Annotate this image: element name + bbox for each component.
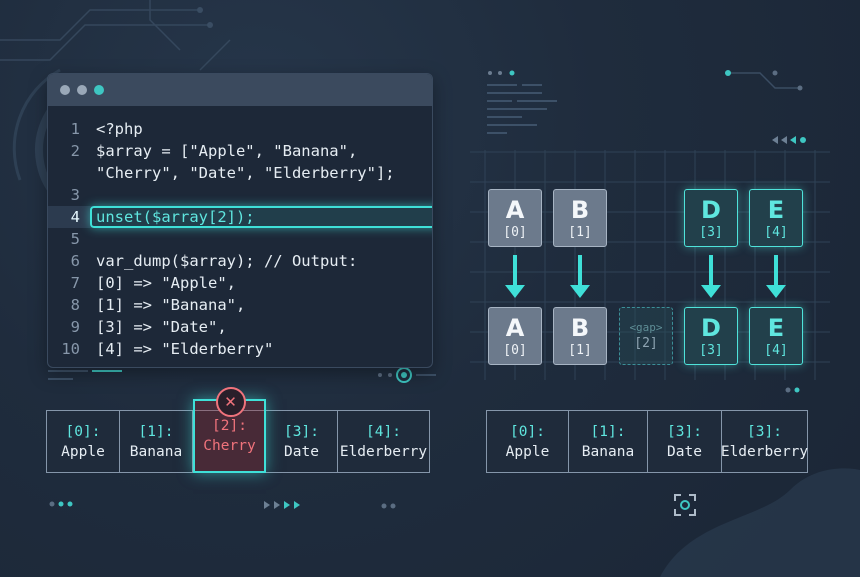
- array-index: [3]:: [284, 423, 319, 440]
- array-index: [4]:: [366, 423, 401, 440]
- code-text: <?php: [96, 120, 143, 138]
- array-cell: [1]: Banana: [120, 411, 193, 472]
- array-cell: [3]: Elderberry: [720, 411, 809, 472]
- array-cell-removed: ✕ [2]: Cherry: [193, 387, 266, 473]
- code-line-highlighted: 4 unset($array[2]);: [48, 206, 432, 228]
- code-line: 5: [48, 228, 432, 250]
- gap-slot: <gap> [2]: [619, 307, 673, 365]
- tile-index: [3]: [699, 342, 723, 358]
- array-after-unset: [0]: Apple [1]: Banana [3]: Date [3]: Elderberr…: [486, 410, 808, 473]
- close-icon: ✕: [215, 387, 246, 417]
- tile-letter: E: [767, 195, 785, 224]
- array-index: [3]:: [667, 423, 702, 440]
- code-line: 7 [0] => "Apple",: [48, 272, 432, 294]
- line-number: 5: [70, 230, 80, 248]
- tile-index: [0]: [503, 342, 527, 358]
- array-value: Apple: [505, 443, 550, 460]
- tile-index: [2]: [634, 336, 658, 351]
- element-tile: E [4]: [749, 307, 803, 365]
- array-index: [0]:: [510, 423, 545, 440]
- code-line: "Cherry", "Date", "Elderberry"];: [48, 162, 432, 184]
- tile-letter: B: [570, 313, 590, 342]
- focus-frame-icon: [674, 494, 696, 516]
- window-control-dot[interactable]: [77, 85, 87, 95]
- array-index: [1]:: [138, 423, 174, 440]
- tile-letter: D: [701, 313, 721, 342]
- code-body: 1 <?php 2 $array = ["Apple", "Banana", "Cher…: [48, 106, 432, 360]
- array-index: [2]:: [212, 418, 247, 434]
- element-tile: E [4]: [749, 189, 803, 247]
- array-cell: [0]: Apple: [47, 411, 120, 472]
- code-text: var_dump($array); // Output:: [96, 252, 358, 270]
- line-number: 9: [70, 318, 80, 336]
- array-value: Banana: [129, 443, 183, 460]
- tile-index: [3]: [699, 224, 723, 240]
- element-tile: A [0]: [488, 307, 542, 365]
- element-tile: B [1]: [553, 189, 607, 247]
- code-line: 2 $array = ["Apple", "Banana",: [48, 140, 432, 162]
- array-cell: [0]: Apple: [487, 411, 569, 472]
- window-control-dot[interactable]: [94, 85, 104, 95]
- code-text: [4] => "Elderberry": [96, 340, 274, 358]
- window-titlebar: [48, 74, 432, 106]
- code-text: "Cherry", "Date", "Elderberry"];: [96, 164, 395, 182]
- tile-index: [0]: [503, 224, 527, 240]
- array-cell: [4]: Elderberry: [338, 411, 429, 472]
- code-line: 8 [1] => "Banana",: [48, 294, 432, 316]
- array-value: Cherry: [203, 438, 256, 454]
- line-number: 6: [70, 252, 80, 270]
- array-cell: [1]: Banana: [569, 411, 648, 472]
- line-number: 4: [70, 208, 80, 226]
- tile-letter: B: [570, 195, 590, 224]
- code-line: 3: [48, 184, 432, 206]
- code-text: [1] => "Banana",: [96, 296, 246, 314]
- tile-index: [4]: [764, 342, 788, 358]
- code-text: [0] => "Apple",: [96, 274, 236, 292]
- code-text: [3] => "Date",: [96, 318, 227, 336]
- line-number: 7: [70, 274, 80, 292]
- array-cell: [3]: Date: [266, 411, 338, 472]
- array-value: Date: [667, 443, 702, 460]
- line-number: 3: [70, 186, 80, 204]
- tile-letter: E: [767, 313, 785, 342]
- array-index: [3]:: [747, 423, 782, 440]
- element-tile: D [3]: [684, 189, 738, 247]
- tile-letter: D: [701, 195, 721, 224]
- array-value: Banana: [581, 443, 635, 460]
- window-control-dot[interactable]: [60, 85, 70, 95]
- tile-index: [1]: [568, 224, 592, 240]
- line-number: 2: [70, 142, 80, 160]
- code-text: unset($array[2]);: [96, 208, 255, 226]
- code-text: $array = ["Apple", "Banana",: [96, 142, 358, 160]
- element-tile: A [0]: [488, 189, 542, 247]
- array-value: Date: [284, 443, 319, 460]
- code-line: 10 [4] => "Elderberry": [48, 338, 432, 360]
- line-number: 8: [70, 296, 80, 314]
- line-number: 10: [61, 340, 80, 358]
- code-line: 9 [3] => "Date",: [48, 316, 432, 338]
- code-line: 6 var_dump($array); // Output:: [48, 250, 432, 272]
- array-value: Apple: [61, 443, 105, 460]
- array-index: [0]:: [65, 423, 101, 440]
- array-value: Elderberry: [720, 443, 809, 460]
- tile-index: [4]: [764, 224, 788, 240]
- element-tile: B [1]: [553, 307, 607, 365]
- array-index: [1]:: [590, 423, 626, 440]
- tile-index: [1]: [568, 342, 592, 358]
- array-before-unset: [0]: Apple [1]: Banana ✕ [2]: Cherry [3]: Date [4…: [46, 387, 430, 473]
- gap-label: <gap>: [629, 321, 663, 334]
- array-value: Elderberry: [339, 443, 428, 460]
- tile-letter: A: [505, 313, 525, 342]
- tile-letter: A: [505, 195, 525, 224]
- code-line: 1 <?php: [48, 118, 432, 140]
- element-tile: D [3]: [684, 307, 738, 365]
- code-editor-window: 1 <?php 2 $array = ["Apple", "Banana", "Cher…: [47, 73, 433, 368]
- line-number: 1: [70, 120, 80, 138]
- array-cell: [3]: Date: [648, 411, 722, 472]
